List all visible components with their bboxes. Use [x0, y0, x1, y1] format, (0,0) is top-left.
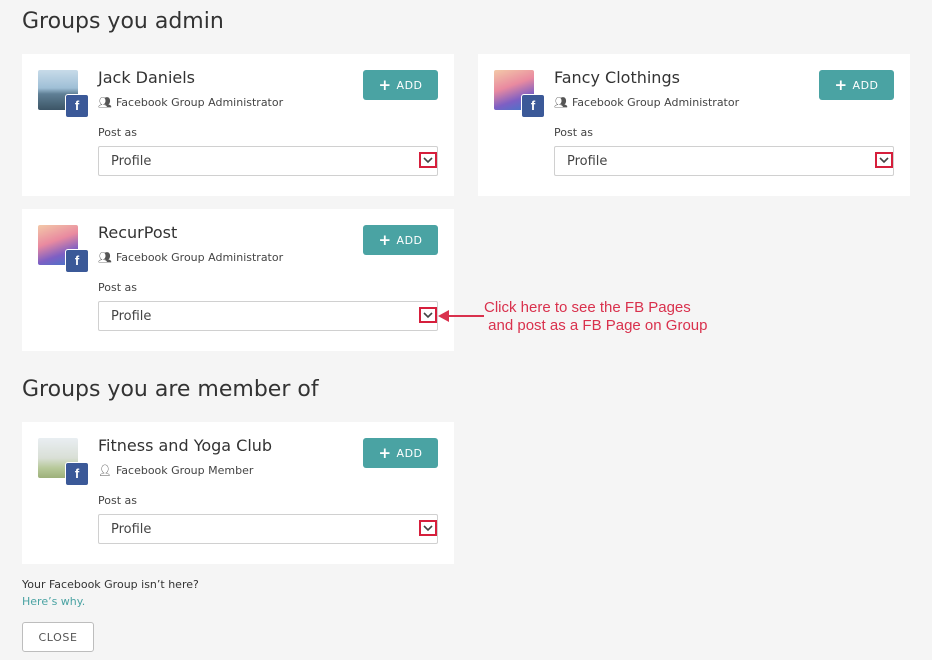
add-button[interactable]: + ADD: [363, 70, 438, 100]
facebook-icon: f: [65, 94, 89, 118]
group-name: Jack Daniels: [98, 68, 196, 87]
annotation-arrow-icon: [438, 310, 484, 322]
post-as-label: Post as: [554, 126, 593, 139]
post-as-label: Post as: [98, 494, 137, 507]
annotation-text: Click here to see the FB Pages and post …: [484, 299, 708, 334]
facebook-icon: f: [65, 249, 89, 273]
post-as-select[interactable]: Profile: [98, 301, 438, 331]
group-role-label: Facebook Group Administrator: [115, 96, 284, 109]
group-card-recurpost: f RecurPost 👥︎ Facebook Group Administra…: [22, 209, 454, 351]
add-button[interactable]: + ADD: [363, 225, 438, 255]
plus-icon: +: [378, 443, 392, 462]
group-name: RecurPost: [98, 223, 178, 242]
plus-icon: +: [378, 75, 392, 94]
group-role-label: Facebook Group Administrator: [115, 251, 284, 264]
add-button[interactable]: + ADD: [819, 70, 894, 100]
chevron-down-icon[interactable]: [419, 307, 437, 323]
chevron-down-icon[interactable]: [419, 152, 437, 168]
users-icon: 👥︎: [554, 96, 568, 109]
group-missing-text: Your Facebook Group isn’t here?: [22, 578, 199, 591]
post-as-label: Post as: [98, 126, 137, 139]
facebook-icon: f: [65, 462, 89, 486]
plus-icon: +: [378, 230, 392, 249]
add-button-label: ADD: [396, 233, 423, 247]
close-button[interactable]: CLOSE: [22, 622, 94, 652]
group-role: 👤︎ Facebook Group Member: [98, 464, 253, 477]
add-button-label: ADD: [396, 78, 423, 92]
group-role-label: Facebook Group Member: [115, 464, 254, 477]
plus-icon: +: [834, 75, 848, 94]
post-as-value: Profile: [567, 154, 608, 169]
post-as-select[interactable]: Profile: [98, 514, 438, 544]
add-button-label: ADD: [852, 78, 879, 92]
facebook-icon: f: [521, 94, 545, 118]
group-card-fancy-clothings: f Fancy Clothings 👥︎ Facebook Group Admi…: [478, 54, 910, 196]
group-role-label: Facebook Group Administrator: [571, 96, 740, 109]
post-as-value: Profile: [111, 522, 152, 537]
chevron-down-icon[interactable]: [419, 520, 437, 536]
post-as-select[interactable]: Profile: [554, 146, 894, 176]
post-as-value: Profile: [111, 309, 152, 324]
post-as-label: Post as: [98, 281, 137, 294]
heres-why-link[interactable]: Here’s why.: [22, 595, 85, 608]
group-name: Fancy Clothings: [554, 68, 680, 87]
users-icon: 👥︎: [98, 251, 112, 264]
group-name: Fitness and Yoga Club: [98, 436, 273, 455]
group-role: 👥︎ Facebook Group Administrator: [98, 96, 283, 109]
post-as-value: Profile: [111, 154, 152, 169]
user-icon: 👤︎: [98, 464, 112, 477]
group-role: 👥︎ Facebook Group Administrator: [98, 251, 283, 264]
add-button-label: ADD: [396, 446, 423, 460]
group-card-fitness-and-yoga-club: f Fitness and Yoga Club 👤︎ Facebook Grou…: [22, 422, 454, 564]
add-button[interactable]: + ADD: [363, 438, 438, 468]
chevron-down-icon[interactable]: [875, 152, 893, 168]
users-icon: 👥︎: [98, 96, 112, 109]
member-section-title: Groups you are member of: [22, 377, 319, 402]
admin-section-title: Groups you admin: [22, 9, 224, 34]
group-card-jack-daniels: f Jack Daniels 👥︎ Facebook Group Adminis…: [22, 54, 454, 196]
group-role: 👥︎ Facebook Group Administrator: [554, 96, 739, 109]
post-as-select[interactable]: Profile: [98, 146, 438, 176]
